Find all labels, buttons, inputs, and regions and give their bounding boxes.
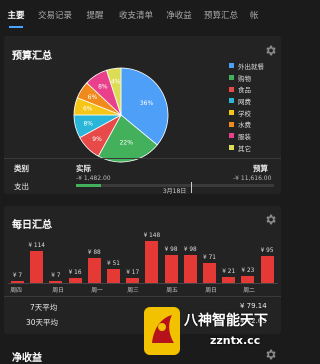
pie-slice-label: 6% [88,94,98,101]
daily-bar-value: ¥ 148 [143,233,161,239]
pie-slice-label: 22% [120,140,134,147]
daily-bar-value: ¥ 7 [51,273,61,279]
legend-swatch [229,145,234,151]
column-budget: 预算 [253,164,268,173]
legend-swatch [229,110,234,116]
avg-30-label: 30天平均 [26,318,59,327]
actual-value: -¥ 1,482.00 [76,175,111,182]
pie-slice-label: 8% [83,120,93,127]
x-axis-label: 周一 [91,288,103,294]
daily-bar[interactable] [164,255,178,283]
daily-bar-value: ¥ 95 [260,248,274,255]
x-axis-label: 周五 [166,288,178,294]
date-marker-label: 3月18日 [162,188,187,195]
legend-label: 水费 [238,121,251,130]
legend-label: 购物 [238,74,251,83]
column-category: 类别 [14,164,29,173]
daily-bar-value: ¥ 71 [203,254,216,261]
x-axis-label: 周二 [243,288,255,294]
daily-bar-value: ¥ 114 [28,242,45,249]
chart-baseline [8,283,278,284]
tab-budget-summary[interactable]: 预算汇总 [198,0,244,21]
x-axis-label: 周三 [127,288,139,294]
budget-pie-chart: 36%22%9%8%6%6%8%4% [73,67,169,163]
daily-bar[interactable] [30,250,44,283]
watermark-url: zzntx.cc [210,334,261,347]
legend-swatch [229,86,234,92]
divider [4,296,281,297]
daily-bar[interactable] [203,262,216,283]
watermark-title: 八神智能天下 [184,313,268,329]
budget-value: -¥ 11,616.00 [233,175,272,182]
legend-item: 其它 [229,142,264,154]
daily-bar[interactable] [145,241,159,283]
tab-income-expense[interactable]: 收支清单 [112,0,160,21]
daily-bar[interactable] [107,268,120,283]
divider [4,158,281,159]
net-income-title: 净收益 [12,353,42,364]
avg-7-label: 7天平均 [30,303,58,312]
legend-swatch [229,133,234,139]
legend-item: 外出就餐 [229,60,264,72]
daily-bar[interactable] [260,256,274,283]
legend-swatch [229,121,234,127]
x-axis-label: 周日 [205,288,217,294]
legend-item: 学校 [229,107,264,119]
date-marker-line [190,182,192,193]
x-axis-label: 周日 [52,288,64,294]
daily-bar-value: ¥ 7 [12,273,23,279]
legend-item: 食品 [229,83,264,95]
column-actual: 实际 [76,164,91,173]
tab-net-income[interactable]: 净收益 [160,0,198,21]
budget-legend: 外出就餐 购物 食品 网费 学校 水费 服装 其它 [229,60,264,154]
watermark: 八神智能天下 zzntx.cc [138,303,285,361]
daily-bar-value: ¥ 88 [87,250,101,257]
legend-swatch [229,98,234,104]
legend-label: 外出就餐 [238,62,264,71]
daily-bar-value: ¥ 23 [241,268,255,275]
pie-slice-label: 6% [83,106,93,113]
tab-accounts[interactable]: 帐 [244,0,285,21]
legend-item: 水费 [229,118,264,130]
daily-bar[interactable] [183,255,197,283]
daily-summary-title: 每日汇总 [12,220,52,231]
legend-label: 其它 [238,144,251,153]
daily-bar-value: ¥ 17 [126,270,140,277]
daily-bar[interactable] [87,258,101,283]
tab-transactions[interactable]: 交易记录 [32,0,78,21]
legend-label: 食品 [238,86,251,95]
tab-bar: 主要 交易记录 提醒 收支清单 净收益 预算汇总 帐 [0,0,285,28]
pie-slice-label: 8% [98,83,108,90]
budget-summary-title: 预算汇总 [12,51,52,62]
gear-icon[interactable] [264,44,277,57]
tab-main[interactable]: 主要 [0,0,32,21]
legend-item: 服装 [229,130,264,142]
pie-slice-label: 36% [140,100,154,107]
legend-item: 购物 [229,72,264,84]
tab-reminders[interactable]: 提醒 [78,0,112,21]
legend-swatch [229,63,234,69]
legend-swatch [229,75,234,81]
daily-bar-value: ¥ 51 [107,260,120,267]
row-label-expense[interactable]: 支出 [14,181,29,192]
legend-label: 网费 [238,97,251,106]
daily-bar-value: ¥ 16 [68,270,82,277]
legend-item: 网费 [229,95,264,107]
daily-bar[interactable] [241,276,255,283]
legend-label: 学校 [238,109,251,118]
daily-bar-value: ¥ 98 [183,247,197,254]
daily-bar-value: ¥ 21 [222,269,236,276]
budget-progress-fill [76,184,102,187]
legend-label: 服装 [238,132,251,141]
pie-slice-label: 4% [111,79,121,86]
pie-slice-label: 9% [92,136,102,143]
gear-icon[interactable] [264,213,277,226]
x-axis-label: 周四 [10,288,22,294]
daily-bar-value: ¥ 98 [164,247,178,254]
